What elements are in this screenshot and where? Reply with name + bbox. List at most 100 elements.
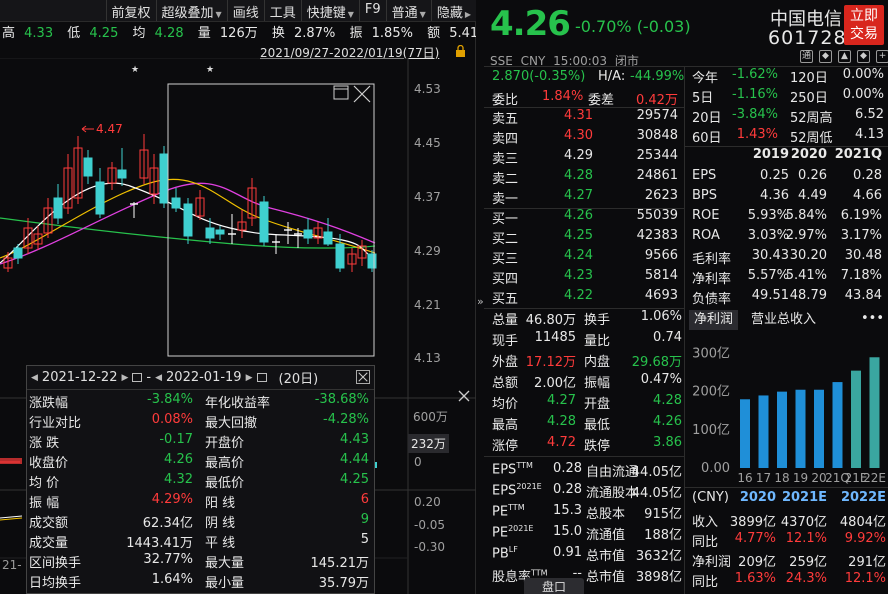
tong-icon[interactable]: 通 (800, 50, 813, 63)
popup-row-left: 区间换手 32.77% (27, 552, 197, 572)
caret-right-icon[interactable]: ▶ (246, 373, 253, 383)
calendar-icon[interactable] (256, 373, 267, 382)
toolbar-overlay-button[interactable]: 超级叠加 ▼ (155, 0, 227, 21)
bar-20 (814, 389, 824, 468)
lock-icon[interactable] (455, 45, 466, 57)
trade-now-button[interactable]: 立即 交易 (844, 5, 884, 45)
fin-year: 2020 (790, 147, 827, 162)
more-icon[interactable]: ••• (861, 310, 884, 328)
forecast-year: 2022E (840, 490, 886, 505)
stat-value: 3.86 (653, 435, 682, 450)
y-tick-label: 200亿 (692, 385, 730, 400)
start-date[interactable]: 2021-12-22 (42, 370, 118, 385)
quote-icons: 通 ◆ ▲ ◆ + (800, 50, 888, 63)
stat-value: 4.72 (547, 435, 576, 450)
ask-row: 卖三 4.29 25344 (484, 148, 684, 168)
y-tick-label: 300亿 (692, 346, 730, 361)
valuation-label: EPSTTM (492, 461, 533, 477)
popup-label: 阴 线 (205, 516, 236, 531)
fin-value: 49.51 (751, 288, 789, 303)
y-tick: 4.21 (414, 298, 441, 312)
tab-revenue[interactable]: 营业总收入 (751, 310, 816, 330)
candle-body (259, 201, 269, 243)
perf-value: 0.00% (842, 67, 884, 82)
tab-pankou[interactable]: 盘口 (524, 578, 584, 594)
stat-label: 最高 (492, 418, 519, 433)
candle-body (53, 197, 63, 219)
popup-row-left: 振 幅 4.29% (27, 492, 197, 512)
toolbar-shortcut-button[interactable]: 快捷键 ▼ (300, 0, 359, 21)
order-volume: 24861 (636, 168, 678, 183)
caret-left-icon[interactable]: ◀ (31, 373, 38, 383)
stat-value: 46.80万 (525, 313, 576, 328)
tab-net-profit[interactable]: 净利润 (689, 310, 739, 330)
toolbar-fq-button[interactable]: 前复权 (105, 0, 156, 21)
diamond-icon[interactable]: ◆ (857, 50, 870, 63)
fin-label: EPS (692, 168, 717, 183)
perf-value: 6.52 (855, 107, 884, 122)
bar-22E (869, 357, 880, 468)
popup-label: 平 线 (205, 536, 236, 551)
collapse-arrow-icon[interactable]: » (477, 295, 484, 308)
order-volume: 9566 (644, 248, 678, 263)
popup-row-left: 均 价 4.32 (27, 472, 197, 492)
perf-label: 20日 (692, 111, 722, 126)
ha-label: H/A: (598, 69, 626, 84)
shield-icon[interactable]: ◆ (819, 50, 832, 63)
forecast-row: 同比 4.77% 12.1% 9.92% (684, 531, 888, 551)
candle-body (95, 181, 105, 215)
valuation-label: 总股本 (586, 507, 626, 522)
caret-left-icon[interactable]: ◀ (155, 373, 162, 383)
order-volume: 4693 (644, 288, 678, 303)
toolbar-draw-button[interactable]: 画线 (226, 0, 264, 21)
valuation-value: 3632亿 (635, 549, 682, 564)
fin-value: 0.26 (798, 168, 827, 183)
toolbar-f9-button[interactable]: F9 (358, 0, 386, 21)
ask-row: 卖五 4.31 29574 (484, 108, 684, 128)
popup-label: 最大量 (205, 556, 245, 571)
forecast-value: 259亿 (789, 555, 827, 570)
forecast-value: 4.77% (734, 531, 776, 546)
forecast-value: 209亿 (738, 555, 776, 570)
toolbar-normal-button[interactable]: 普通 ▼ (385, 0, 431, 21)
fin-row: ROA 3.03% 2.97% 3.17% (684, 228, 888, 248)
selection-box (167, 83, 375, 357)
popup-label: 成交量 (29, 536, 69, 551)
fin-row: 负债率 49.51 48.79 43.84 (684, 288, 888, 308)
order-price: 4.26 (564, 208, 593, 223)
calendar-icon[interactable] (132, 373, 143, 382)
candle-body (323, 231, 333, 245)
toolbar-label: 超级叠加 (161, 6, 214, 21)
add-icon[interactable]: + (876, 50, 888, 63)
valuation-label: EPS2021E (492, 482, 542, 498)
fin-value: 0.25 (760, 168, 789, 183)
toolbar-hide-button[interactable]: 隐藏 ▶ (430, 0, 476, 21)
bell-icon[interactable]: ▲ (838, 50, 851, 63)
popup-label: 涨 跌 (29, 436, 60, 451)
order-price: 4.30 (564, 128, 593, 143)
valuation-value: 44.05亿 (631, 465, 682, 480)
fin-value: 0.28 (853, 168, 882, 183)
stat-value: 2.00亿 (534, 376, 576, 391)
stat-label: 换 (271, 26, 285, 41)
bar-17 (758, 395, 769, 468)
stat-row: 最高 4.28 最低 4.26 (492, 414, 682, 434)
close-icon[interactable] (458, 390, 470, 402)
close-icon[interactable] (356, 370, 370, 384)
caret-right-icon[interactable]: ▶ (121, 373, 128, 383)
order-label: 卖一 (492, 192, 519, 207)
perf-label: 52周高 (790, 111, 833, 126)
popup-row-right: 最大量 145.21万 (203, 552, 371, 572)
valuation-sup: TTM (516, 461, 533, 470)
popup-label: 最大回撤 (205, 416, 258, 431)
perf-label: 5日 (692, 91, 714, 106)
popup-label: 最低价 (205, 476, 245, 491)
diff-value: 0.42万 (636, 93, 678, 108)
toolbar-tools-button[interactable]: 工具 (263, 0, 301, 21)
end-date[interactable]: 2022-01-19 (166, 370, 242, 385)
popup-label: 年化收益率 (205, 396, 271, 411)
popup-value: 35.79万 (318, 576, 369, 591)
valuation-label: 流通值 (586, 528, 626, 543)
fin-value: 5.84% (785, 208, 827, 223)
stat-label: 涨停 (492, 439, 519, 454)
